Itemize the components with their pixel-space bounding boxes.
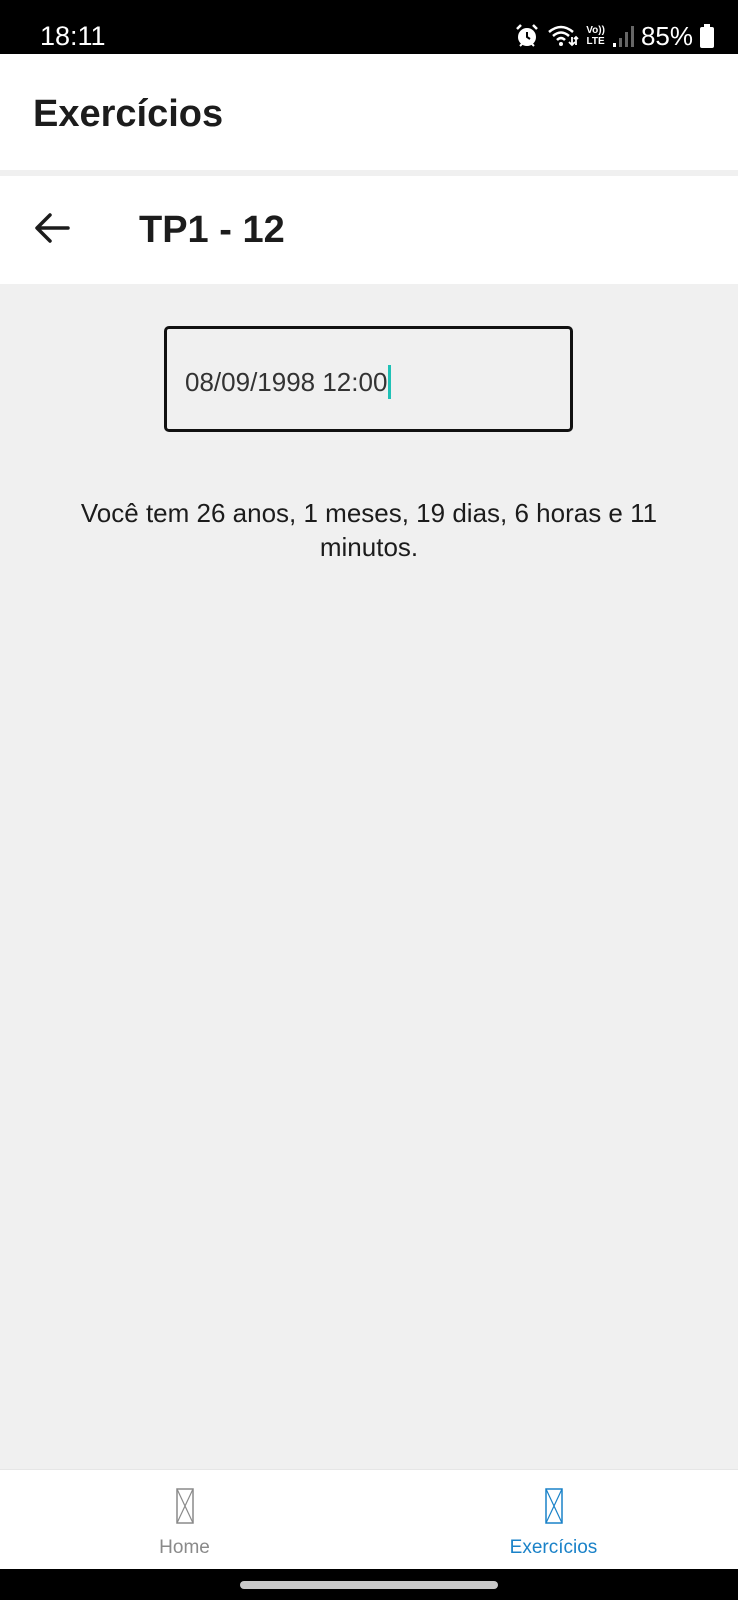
nav-label-home: Home: [159, 1537, 210, 1558]
app-header: Exercícios: [0, 54, 738, 170]
nav-item-exercicios[interactable]: Exercícios: [369, 1470, 738, 1570]
signal-icon: [612, 24, 634, 48]
status-bar: 18:11 Vo)) LTE 85%: [0, 0, 738, 54]
status-icons: Vo)) LTE 85%: [514, 20, 714, 52]
battery-icon: [700, 24, 714, 48]
placeholder-icon: [175, 1488, 194, 1524]
back-button[interactable]: [28, 206, 76, 254]
nav-label-exercicios: Exercícios: [509, 1537, 598, 1558]
volte-icon: Vo)) LTE: [586, 25, 605, 47]
alarm-icon: [514, 23, 540, 49]
arrow-left-icon: [32, 211, 72, 250]
screen-title: TP1 - 12: [139, 209, 285, 251]
text-cursor: [388, 365, 392, 399]
bottom-nav: Home Exercícios: [0, 1469, 738, 1570]
date-input-value: 08/09/1998 12:00: [185, 367, 388, 397]
screen-header: TP1 - 12: [0, 176, 738, 284]
placeholder-icon: [544, 1488, 563, 1524]
app-title: Exercícios: [33, 93, 224, 135]
status-time: 18:11: [40, 21, 106, 51]
system-nav-bar: [0, 1569, 738, 1600]
wifi-icon: [547, 23, 579, 49]
date-input-field[interactable]: 08/09/1998 12:00: [164, 326, 573, 432]
battery-percent: 85%: [640, 21, 693, 51]
home-indicator[interactable]: [240, 1581, 498, 1589]
date-input[interactable]: 08/09/1998 12:00: [185, 365, 392, 399]
nav-item-home[interactable]: Home: [0, 1470, 369, 1570]
age-result-text: Você tem 26 anos, 1 meses, 19 dias, 6 ho…: [80, 498, 658, 562]
